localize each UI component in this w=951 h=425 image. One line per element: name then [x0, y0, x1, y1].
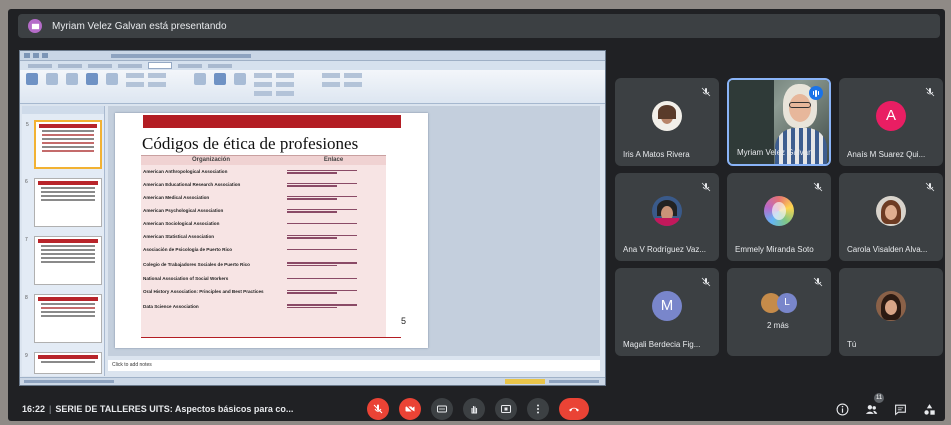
- camera-off-icon: [405, 404, 415, 414]
- participant-name: Anaís M Suarez Qui...: [847, 150, 926, 159]
- activities-button[interactable]: [921, 401, 937, 417]
- participant-tile-carola[interactable]: Carola Visalden Alva...: [839, 173, 943, 261]
- present-screen-icon: [501, 405, 511, 413]
- participant-name: Myriam Velez Galvan: [737, 148, 813, 157]
- meeting-time: 16:22: [22, 404, 46, 414]
- participant-tile-ana[interactable]: Ana V Rodríguez Vaz...: [615, 173, 719, 261]
- notes-pane[interactable]: Click to add notes: [108, 360, 600, 371]
- avatar: [652, 195, 682, 226]
- table-row: Colegio de Trabajadores Sociales de Puer…: [141, 256, 386, 272]
- captions-icon: [437, 405, 447, 413]
- table-row: American Educational Research Associatio…: [141, 178, 386, 191]
- table-row: Oral History Association: Principles and…: [141, 285, 386, 298]
- slide-thumbnails: 5 6 7 8 9: [22, 106, 105, 376]
- participant-name: Iris A Matos Rivera: [623, 150, 690, 159]
- meeting-title: SERIE DE TALLERES UITS: Aspectos básicos…: [55, 404, 294, 414]
- participant-name: Magali Berdecia Fig...: [623, 340, 701, 349]
- camera-toggle-button[interactable]: [399, 398, 421, 420]
- slide-thumbnail: 8: [25, 294, 102, 343]
- table-row: American Sociological Association: [141, 217, 386, 230]
- participant-tile-more[interactable]: L 2 más: [727, 268, 831, 356]
- table-row: National Association of Social Workers: [141, 272, 386, 285]
- participant-tile-magali[interactable]: M Magali Berdecia Fig...: [615, 268, 719, 356]
- mic-off-icon: [373, 404, 383, 414]
- table-row: American Medical Association: [141, 191, 386, 204]
- avatar: M: [652, 290, 682, 321]
- hand-icon: [471, 406, 478, 414]
- participant-name: Tú: [847, 340, 857, 349]
- col-organization: Organización: [191, 157, 230, 163]
- chat-button[interactable]: [892, 401, 908, 417]
- meeting-details-button[interactable]: [834, 401, 850, 417]
- present-screen-button[interactable]: [495, 398, 517, 420]
- ppt-title-bar: [20, 51, 605, 61]
- participant-tile-emmely[interactable]: Emmely Miranda Soto: [727, 173, 831, 261]
- slide-table: Organización Enlace American Anthropologi…: [141, 155, 386, 337]
- slide-page-number: 5: [400, 316, 406, 326]
- participant-name: Emmely Miranda Soto: [735, 245, 814, 254]
- participant-tile-anais[interactable]: A Anaís M Suarez Qui...: [839, 78, 943, 166]
- people-icon: [865, 404, 877, 414]
- mic-off-icon: [925, 179, 935, 192]
- table-row: American Psychological Association: [141, 204, 386, 217]
- avatar: [652, 100, 682, 131]
- chat-icon: [894, 404, 906, 416]
- meet-window: Myriam Velez Galvan está presentando 5 6…: [8, 9, 945, 421]
- mic-off-icon: [701, 84, 711, 97]
- activities-icon: [923, 403, 935, 415]
- speaking-indicator-icon: [809, 86, 823, 100]
- mic-off-icon: [813, 274, 823, 287]
- ppt-ribbon: [20, 70, 605, 104]
- raise-hand-button[interactable]: [463, 398, 485, 420]
- more-participants-label: 2 más: [767, 321, 789, 330]
- more-vert-icon: [537, 404, 539, 414]
- participant-tile-you[interactable]: Tú: [839, 268, 943, 356]
- col-link: Enlace: [323, 157, 344, 163]
- more-options-button[interactable]: [527, 398, 549, 420]
- present-icon: [31, 23, 39, 29]
- mic-off-icon: [701, 274, 711, 287]
- shared-screen[interactable]: 5 6 7 8 9 Códigos de ética de profesione…: [19, 50, 606, 386]
- participant-tile-myriam[interactable]: Myriam Velez Galvan: [727, 78, 831, 166]
- leave-call-button[interactable]: [559, 398, 589, 420]
- participant-tile-iris[interactable]: Iris A Matos Rivera: [615, 78, 719, 166]
- info-icon: [836, 403, 848, 415]
- table-row: American Anthropological Association: [141, 165, 386, 178]
- table-row: Asociación de Psicología de Puerto Rico: [141, 243, 386, 256]
- mic-off-icon: [813, 179, 823, 192]
- mic-off-icon: [701, 179, 711, 192]
- mic-off-icon: [925, 84, 935, 97]
- hang-up-icon: [569, 407, 579, 412]
- slide-thumbnail: 9: [25, 352, 102, 374]
- current-slide: Códigos de ética de profesiones Organiza…: [115, 113, 428, 348]
- captions-button[interactable]: [431, 398, 453, 420]
- meeting-info: 16:22 | SERIE DE TALLERES UITS: Aspectos b…: [22, 404, 294, 414]
- presenting-text: Myriam Velez Galvan está presentando: [52, 20, 227, 32]
- bottom-bar: 16:22 | SERIE DE TALLERES UITS: Aspectos b…: [8, 397, 945, 421]
- slide-thumbnail: 5: [26, 120, 102, 169]
- participant-name: Ana V Rodríguez Vaz...: [623, 245, 707, 254]
- slide-title: Códigos de ética de profesiones: [142, 134, 359, 153]
- presenting-banner: Myriam Velez Galvan está presentando: [18, 14, 940, 38]
- presenter-avatar: [28, 19, 42, 33]
- slide-thumbnail: 6: [25, 178, 102, 227]
- slide-thumbnail: 7: [25, 236, 102, 285]
- ppt-ribbon-tabs: [20, 61, 605, 70]
- table-row: American Statistical Association: [141, 230, 386, 243]
- avatar: L: [777, 293, 797, 313]
- avatar: A: [876, 100, 906, 131]
- mic-toggle-button[interactable]: [367, 398, 389, 420]
- ppt-status-bar: [20, 377, 605, 385]
- avatar: [764, 195, 794, 226]
- participant-name: Carola Visalden Alva...: [847, 245, 928, 254]
- table-row: Data Science Association: [141, 298, 386, 314]
- avatar: [876, 195, 906, 226]
- avatar: [876, 290, 906, 321]
- people-button[interactable]: [863, 401, 879, 417]
